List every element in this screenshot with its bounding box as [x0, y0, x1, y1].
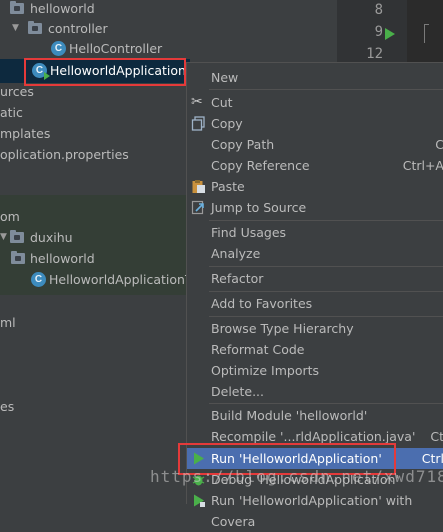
menu-item-copy[interactable]: Copy	[187, 113, 443, 134]
menu-item-copy-reference[interactable]: Copy Reference Ctrl+A	[187, 155, 443, 176]
menu-item-add-to-favorites[interactable]: Add to Favorites	[187, 293, 443, 314]
code-bracket	[424, 24, 429, 43]
line-number: 9	[374, 24, 383, 40]
expand-arrow-icon[interactable]: ▼	[12, 18, 22, 39]
menu-item-build-module[interactable]: Build Module 'helloworld'	[187, 405, 443, 426]
menu-item-refactor[interactable]: Refactor	[187, 268, 443, 289]
menu-separator	[209, 403, 443, 404]
menu-item-optimize-imports[interactable]: Optimize Imports	[187, 360, 443, 381]
run-gutter-icon[interactable]	[385, 28, 395, 40]
highlight-box	[24, 58, 186, 86]
menu-item-run-with-coverage[interactable]: Run 'HelloworldApplication' with Covera	[187, 490, 443, 529]
menu-item-reformat-code[interactable]: Reformat Code	[187, 339, 443, 360]
menu-separator	[209, 220, 443, 221]
menu-item-new[interactable]: New	[187, 67, 443, 88]
line-number: 12	[366, 46, 383, 62]
watermark: https://blog.csdn.net/xwd718	[150, 467, 443, 486]
context-menu: New ✂ Cut Copy Copy Path C Copy Referenc…	[186, 62, 443, 529]
run-coverage-icon	[191, 493, 206, 508]
menu-item-paste[interactable]: Paste	[187, 176, 443, 197]
folder-icon	[10, 230, 24, 243]
menu-item-jump-to-source[interactable]: Jump to Source	[187, 197, 443, 218]
editor-gutter: 8 9 12	[337, 0, 407, 62]
menu-separator	[209, 291, 443, 292]
folder-icon	[10, 1, 24, 14]
menu-separator	[209, 89, 443, 90]
menu-separator	[209, 316, 443, 317]
copy-icon	[191, 116, 206, 131]
menu-item-browse-type-hierarchy[interactable]: Browse Type Hierarchy	[187, 318, 443, 339]
folder-icon	[28, 21, 42, 34]
class-icon: C	[51, 41, 66, 56]
line-number: 8	[374, 2, 383, 18]
menu-item-delete[interactable]: Delete...	[187, 381, 443, 402]
menu-item-analyze[interactable]: Analyze	[187, 243, 443, 264]
jump-to-source-icon	[191, 200, 206, 215]
folder-icon	[11, 251, 25, 264]
menu-separator	[209, 266, 443, 267]
menu-item-find-usages[interactable]: Find Usages	[187, 222, 443, 243]
expand-arrow-icon[interactable]: ▼	[0, 227, 10, 248]
editor-area: 8 9 12	[337, 0, 443, 62]
scissors-icon: ✂	[191, 94, 203, 110]
class-icon: C	[31, 272, 46, 287]
menu-item-copy-path[interactable]: Copy Path C	[187, 134, 443, 155]
paste-icon	[191, 179, 206, 194]
menu-item-cut[interactable]: ✂ Cut	[187, 92, 443, 113]
